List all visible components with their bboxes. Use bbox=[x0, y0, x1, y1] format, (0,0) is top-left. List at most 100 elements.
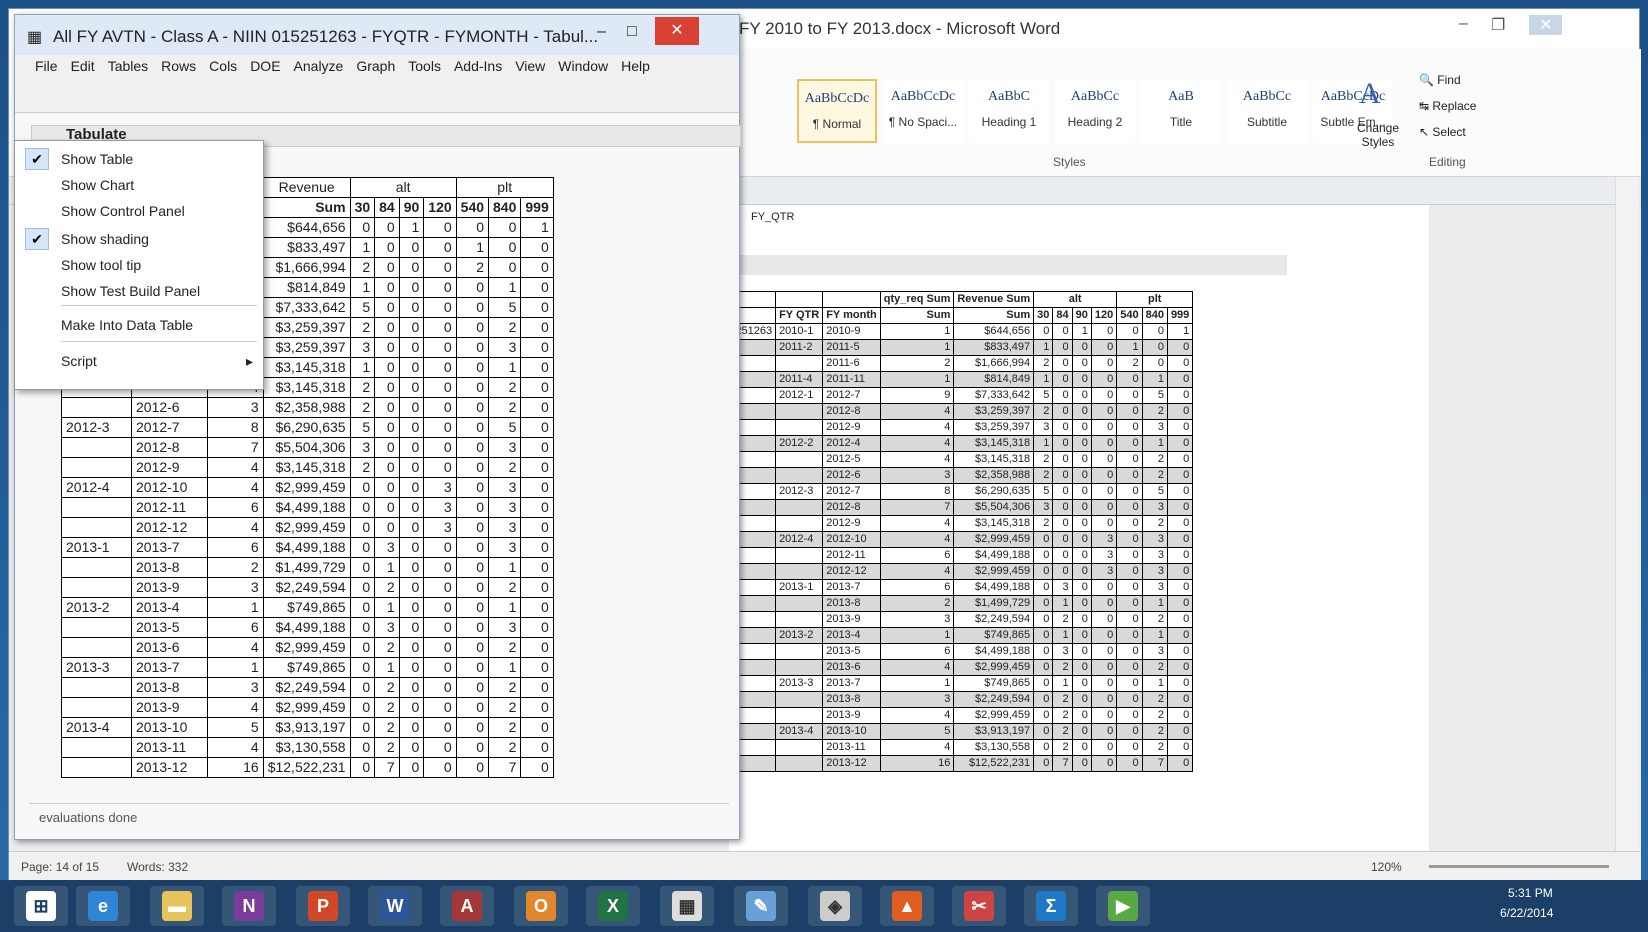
doc-table-cell: 2 bbox=[879, 355, 955, 372]
style-0[interactable]: AaBbCcDc ¶ Normal bbox=[797, 79, 877, 143]
change-styles-icon[interactable]: A bbox=[1359, 77, 1381, 111]
tab-cell: 0 bbox=[423, 537, 457, 558]
style-3[interactable]: AaBbCc Heading 2 bbox=[1055, 79, 1135, 143]
menu-item-show-test-build-panel[interactable]: Show Test Build Panel bbox=[15, 279, 263, 303]
jmp-statusbar: evaluations done bbox=[29, 803, 729, 829]
menu-rows[interactable]: Rows bbox=[161, 55, 196, 77]
ie-icon[interactable]: e bbox=[76, 886, 130, 926]
menu-analyze[interactable]: Analyze bbox=[294, 55, 344, 77]
sigma-icon[interactable]: Σ bbox=[1024, 886, 1078, 926]
app-icon[interactable]: ◈ bbox=[808, 886, 862, 926]
doc-table-cell: 0 bbox=[1166, 659, 1194, 676]
paint-icon[interactable]: ✎ bbox=[734, 886, 788, 926]
doc-table-cell: 0 bbox=[1166, 499, 1194, 516]
tab-cell: $3,145,318 bbox=[262, 357, 351, 378]
jmp-restore-icon[interactable]: □ bbox=[627, 23, 637, 41]
replace-button[interactable]: ↹ Replace bbox=[1419, 99, 1476, 113]
doc-table-cell: 2013-3 bbox=[775, 675, 824, 692]
jmp-minimize-icon[interactable]: – bbox=[597, 23, 606, 41]
find-button[interactable]: 🔍 Find bbox=[1419, 73, 1461, 87]
excel-icon[interactable]: X bbox=[586, 886, 640, 926]
tab-cell: 1 bbox=[488, 657, 522, 678]
onenote-icon[interactable]: N bbox=[222, 886, 276, 926]
start-button[interactable]: ⊞ bbox=[14, 886, 68, 926]
tab-cell: 0 bbox=[423, 717, 457, 738]
menu-item-show-tool-tip[interactable]: Show tool tip bbox=[15, 253, 263, 277]
doc-table-cell: 0 bbox=[1071, 355, 1092, 372]
select-button[interactable]: ↖ Select bbox=[1419, 125, 1466, 139]
menu-tables[interactable]: Tables bbox=[108, 55, 148, 77]
zoom-level[interactable]: 120% bbox=[1371, 860, 1402, 874]
clock-date[interactable]: 6/22/2014 bbox=[1500, 906, 1553, 920]
minimize-icon[interactable]: – bbox=[1459, 15, 1468, 33]
explorer-icon[interactable]: ▬ bbox=[150, 886, 204, 926]
menu-doe[interactable]: DOE bbox=[250, 55, 280, 77]
close-icon[interactable]: ✕ bbox=[1529, 15, 1563, 35]
tab-cell: 0 bbox=[423, 297, 457, 318]
menu-item-show-chart[interactable]: Show Chart bbox=[15, 173, 263, 197]
doc-table-row: 2013-6 4 $2,999,459 0 2 0 0 0 2 0 bbox=[712, 659, 1194, 676]
restore-icon[interactable]: ❐ bbox=[1491, 15, 1505, 35]
doc-table-cell: 0 bbox=[1116, 579, 1143, 596]
tab-cell: 0 bbox=[520, 597, 554, 618]
jmp-close-icon[interactable]: ✕ bbox=[655, 17, 699, 45]
tab-cell: 0 bbox=[349, 637, 376, 658]
menu-item-make-into-data-table[interactable]: Make Into Data Table bbox=[15, 313, 263, 337]
clock-time[interactable]: 5:31 PM bbox=[1508, 886, 1553, 900]
menu-file[interactable]: File bbox=[35, 55, 58, 77]
style-5[interactable]: AaBbCc Subtitle bbox=[1227, 79, 1307, 143]
doc-table-cell: 0 bbox=[1033, 531, 1054, 548]
menu-item-show-shading[interactable]: ✔ Show shading bbox=[15, 227, 263, 251]
menu-cols[interactable]: Cols bbox=[209, 55, 237, 77]
doc-table-cell: 0 bbox=[1116, 467, 1143, 484]
change-styles-label[interactable]: Change Styles bbox=[1353, 121, 1403, 149]
style-4[interactable]: AaB Title bbox=[1141, 79, 1221, 143]
doc-table-cell: 0 bbox=[1071, 451, 1092, 468]
menu-item-show-control-panel[interactable]: Show Control Panel bbox=[15, 199, 263, 223]
outlook-icon[interactable]: O bbox=[514, 886, 568, 926]
vertical-scrollbar[interactable] bbox=[1615, 177, 1639, 851]
menu-help[interactable]: Help bbox=[621, 55, 650, 77]
menu-graph[interactable]: Graph bbox=[356, 55, 395, 77]
tab-header-cell: Sum bbox=[262, 197, 351, 218]
doc-table-cell: 1 bbox=[1052, 675, 1073, 692]
jmp-icon[interactable]: ▶ bbox=[1096, 886, 1150, 926]
menu-view[interactable]: View bbox=[515, 55, 545, 77]
doc-table-cell: 0 bbox=[1166, 531, 1194, 548]
doc-table-cell: 0 bbox=[1071, 659, 1092, 676]
doc-table-cell: 1 bbox=[1141, 627, 1168, 644]
menu-add-ins[interactable]: Add-Ins bbox=[454, 55, 502, 77]
tab-cell: 2 bbox=[374, 677, 400, 698]
matlab-icon[interactable]: ▲ bbox=[880, 886, 934, 926]
doc-table-cell: 2013-7 bbox=[822, 579, 881, 596]
select-label: Select bbox=[1432, 125, 1466, 139]
style-2[interactable]: AaBbC Heading 1 bbox=[969, 79, 1049, 143]
snip-icon[interactable]: ✂ bbox=[952, 886, 1006, 926]
status-page[interactable]: Page: 14 of 15 bbox=[21, 860, 99, 874]
style-label: ¶ Normal bbox=[812, 117, 862, 131]
jmp-toolbar bbox=[15, 77, 739, 113]
menu-item-script[interactable]: Script ▸ bbox=[15, 349, 263, 373]
tab-cell: 2 bbox=[488, 577, 522, 598]
tab-cell: 0 bbox=[374, 457, 400, 478]
tab-cell: 0 bbox=[520, 337, 554, 358]
word-icon[interactable]: W bbox=[368, 886, 422, 926]
tab-row: 2012-4 2012-10 4 $2,999,459 0 0 0 3 0 3 0 bbox=[61, 477, 554, 498]
doc-table-cell: 0 bbox=[1052, 483, 1073, 500]
menu-item-show-table[interactable]: ✔ Show Table bbox=[15, 147, 263, 171]
tab-cell: 3 bbox=[488, 537, 522, 558]
menu-window[interactable]: Window bbox=[558, 55, 608, 77]
doc-table-cell: 0 bbox=[1166, 627, 1194, 644]
style-1[interactable]: AaBbCcDc ¶ No Spaci... bbox=[883, 79, 963, 143]
checkmark-icon: ✔ bbox=[25, 148, 49, 170]
doc-table-cell: 0 bbox=[1071, 595, 1092, 612]
calculator-icon[interactable]: ▦ bbox=[660, 886, 714, 926]
zoom-slider[interactable] bbox=[1429, 865, 1609, 868]
powerpoint-icon[interactable]: P bbox=[296, 886, 350, 926]
menu-tools[interactable]: Tools bbox=[408, 55, 441, 77]
access-icon[interactable]: A bbox=[440, 886, 494, 926]
status-words[interactable]: Words: 332 bbox=[127, 860, 188, 874]
doc-table-cell: 0 bbox=[1116, 563, 1143, 580]
tab-cell: 0 bbox=[423, 397, 457, 418]
menu-edit[interactable]: Edit bbox=[71, 55, 95, 77]
